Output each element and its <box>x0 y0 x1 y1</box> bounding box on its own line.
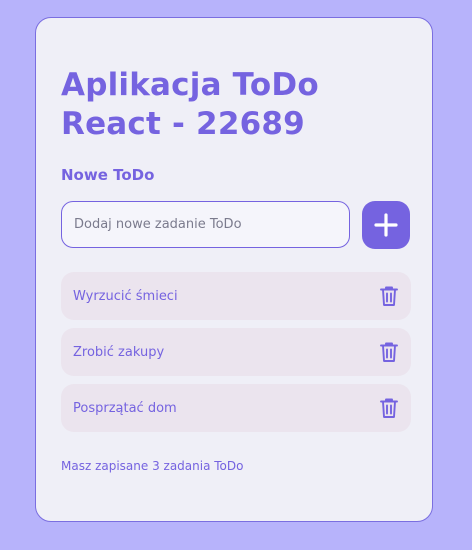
trash-icon <box>380 342 398 362</box>
todo-item-label: Wyrzucić śmieci <box>73 288 178 304</box>
todo-item-label: Zrobić zakupy <box>73 344 165 360</box>
todo-card: Aplikacja ToDo React - 22689 Nowe ToDo W… <box>35 17 433 522</box>
delete-todo-button[interactable] <box>378 284 400 308</box>
todo-item: Posprzątać dom <box>61 384 411 432</box>
page-title: Aplikacja ToDo React - 22689 <box>61 67 319 142</box>
todo-item: Zrobić zakupy <box>61 328 411 376</box>
new-todo-input[interactable] <box>61 201 350 248</box>
delete-todo-button[interactable] <box>378 396 400 420</box>
todo-item: Wyrzucić śmieci <box>61 272 411 320</box>
todo-item-label: Posprzątać dom <box>73 400 177 416</box>
plus-icon <box>374 213 398 237</box>
add-todo-button[interactable] <box>362 201 410 249</box>
new-todo-label: Nowe ToDo <box>61 166 155 184</box>
delete-todo-button[interactable] <box>378 340 400 364</box>
trash-icon <box>380 286 398 306</box>
trash-icon <box>380 398 398 418</box>
todo-count-summary: Masz zapisane 3 zadania ToDo <box>61 459 244 473</box>
todo-list: Wyrzucić śmieci Zrobić zakupy Posprzątać… <box>61 272 411 440</box>
